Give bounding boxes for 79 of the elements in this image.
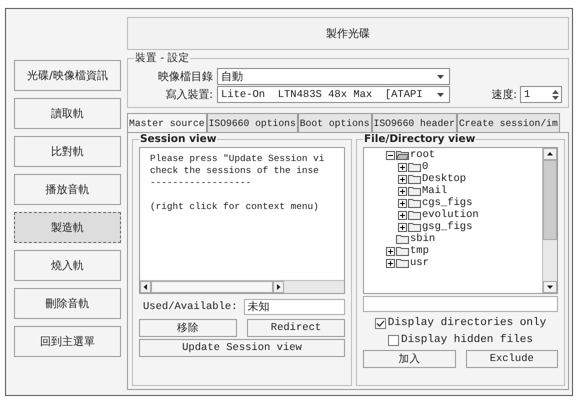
nav-button[interactable]: 燒入軌 bbox=[14, 250, 121, 281]
speed-spinner[interactable]: 1 bbox=[520, 86, 562, 103]
scroll-up-icon[interactable] bbox=[543, 148, 557, 160]
tree-item[interactable]: usr bbox=[410, 257, 429, 269]
action-button[interactable]: Exclude bbox=[466, 350, 558, 368]
frame-title: 裝置 - 設定 bbox=[134, 51, 190, 65]
tree-item[interactable]: cgs_figs bbox=[422, 197, 472, 209]
expander-icon[interactable] bbox=[386, 246, 395, 256]
tree-item[interactable]: Mail bbox=[422, 185, 448, 197]
tree-item[interactable]: evolution bbox=[422, 209, 479, 221]
scroll-down-icon[interactable] bbox=[543, 281, 557, 293]
checkbox[interactable] bbox=[388, 334, 399, 346]
action-button[interactable]: Redirect bbox=[247, 319, 345, 337]
expander-icon[interactable] bbox=[398, 198, 407, 208]
tab[interactable]: ISO9660 options bbox=[206, 113, 298, 132]
folder-icon bbox=[408, 162, 421, 172]
folder-icon bbox=[408, 222, 421, 232]
action-button[interactable]: 移除 bbox=[139, 319, 237, 337]
speed-label: 速度: bbox=[491, 87, 517, 102]
expander-icon[interactable] bbox=[386, 150, 395, 160]
tab[interactable]: Create session/im bbox=[456, 113, 560, 132]
expander-icon[interactable] bbox=[398, 186, 407, 196]
tree-item[interactable]: tmp bbox=[410, 245, 429, 257]
scroll-left-icon[interactable] bbox=[140, 281, 151, 293]
horizontal-scrollbar[interactable] bbox=[140, 280, 344, 293]
context-menu-hint: (right click for context menu) bbox=[150, 201, 319, 212]
expander-icon[interactable] bbox=[386, 258, 395, 268]
dropdown-icon bbox=[437, 74, 444, 80]
vertical-scrollbar[interactable] bbox=[542, 148, 557, 293]
folder-icon bbox=[408, 186, 421, 196]
folder-icon bbox=[396, 234, 409, 244]
frame-title: File/Directory view bbox=[363, 133, 476, 145]
tree-item[interactable]: 0 bbox=[422, 161, 428, 173]
directory-tree[interactable]: root 0 Desktop Mail cgs_figs evolution gsg_figs sbin tmp usr bbox=[363, 147, 558, 294]
update-session-button[interactable]: Update Session view bbox=[139, 339, 345, 357]
image-dir-combo[interactable]: 自動 bbox=[217, 68, 450, 85]
checkbox[interactable] bbox=[374, 318, 386, 328]
field-label: 寫入裝置: bbox=[164, 87, 214, 102]
scroll-right-icon[interactable] bbox=[273, 281, 284, 293]
session-text-line: Please press "Update Session vi bbox=[150, 153, 324, 164]
field-label: 映像檔目錄 bbox=[157, 69, 214, 84]
nav-button[interactable]: 讀取軌 bbox=[14, 98, 121, 129]
spin-arrows-icon bbox=[552, 88, 559, 100]
folder-icon bbox=[396, 150, 409, 160]
expander-icon[interactable] bbox=[398, 222, 407, 232]
tab[interactable]: ISO9660 header bbox=[372, 113, 457, 132]
folder-icon bbox=[396, 258, 409, 268]
tree-item[interactable]: sbin bbox=[410, 233, 436, 245]
used-available-label: Used/Available: bbox=[143, 301, 238, 313]
folder-icon bbox=[396, 246, 409, 256]
tree-item[interactable]: root bbox=[410, 149, 436, 161]
header-title: 製作光碟 bbox=[326, 26, 370, 41]
nav-button[interactable]: 刪除音軌 bbox=[14, 288, 121, 319]
separator-text: ------------------ bbox=[150, 177, 252, 188]
session-text-line: check the sessions of the inse bbox=[150, 165, 319, 176]
dropdown-icon bbox=[437, 92, 444, 98]
action-button[interactable]: 加入 bbox=[363, 350, 456, 368]
checkbox-label: Display hidden files bbox=[400, 334, 534, 346]
session-text-area[interactable]: Please press "Update Session vi check the sessions of the inse ------------------ (right click for context menu) bbox=[139, 147, 345, 294]
tab[interactable]: Master source bbox=[127, 113, 207, 132]
tab[interactable]: Boot options bbox=[298, 113, 372, 132]
expander-icon[interactable] bbox=[398, 210, 407, 220]
folder-icon bbox=[408, 198, 421, 208]
tree-item[interactable]: Desktop bbox=[422, 173, 466, 185]
used-available-field[interactable]: 未知 bbox=[244, 299, 345, 315]
path-field[interactable] bbox=[363, 296, 558, 312]
folder-icon bbox=[408, 210, 421, 220]
frame-title: Session view bbox=[139, 133, 218, 145]
folder-icon bbox=[408, 174, 421, 184]
nav-button[interactable]: 比對軌 bbox=[14, 136, 121, 167]
writer-combo[interactable]: Lite-On LTN483S 48x Max [ATAPI bbox=[217, 86, 450, 103]
nav-button[interactable]: 回到主選單 bbox=[14, 326, 121, 357]
tree-item[interactable]: gsg_figs bbox=[422, 221, 472, 233]
nav-button[interactable]: 播放音軌 bbox=[14, 174, 121, 205]
checkbox-label: Display directories only bbox=[388, 317, 546, 329]
nav-button[interactable]: 製造軌 bbox=[14, 212, 121, 243]
expander-icon[interactable] bbox=[398, 174, 407, 184]
expander-icon[interactable] bbox=[398, 162, 407, 172]
nav-button[interactable]: 光碟/映像檔資訊 bbox=[14, 60, 121, 91]
